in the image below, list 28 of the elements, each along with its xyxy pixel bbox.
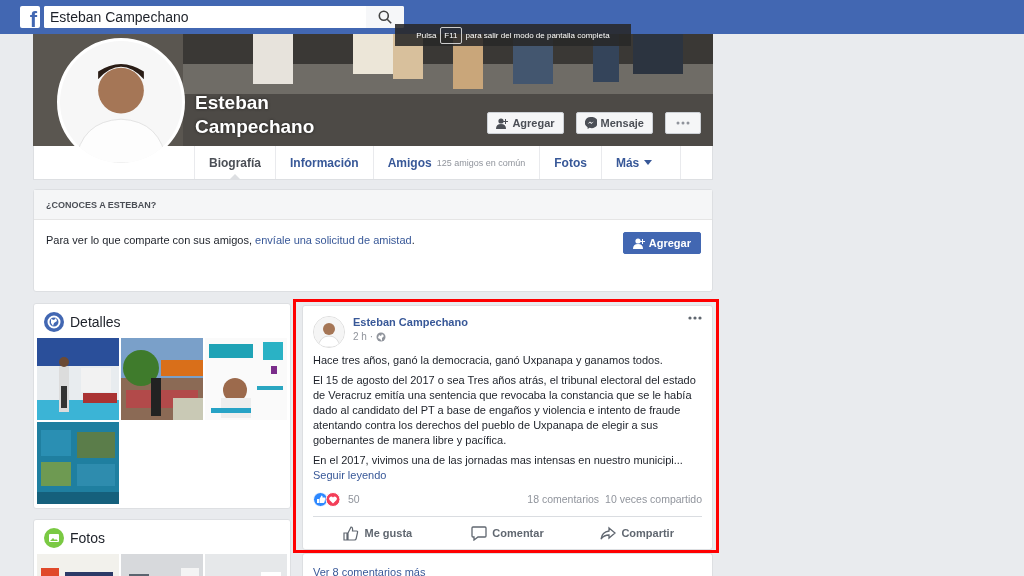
friends-count: 125 amigos en común <box>436 157 526 168</box>
reaction-icons <box>313 491 343 507</box>
more-comments-link[interactable]: Ver 8 comentarios más <box>313 566 426 576</box>
globe-icon <box>376 331 386 342</box>
friend-request-link[interactable]: envíale una solicitud de amistad <box>255 234 412 246</box>
section-title: Fotos <box>70 530 105 546</box>
post-time: 2 h · <box>353 331 373 342</box>
share-arrow-icon <box>600 525 617 541</box>
search-field[interactable]: Esteban Campechano <box>44 6 404 28</box>
photos-icon <box>44 528 64 548</box>
see-more-link[interactable]: Seguir leyendo <box>313 468 387 483</box>
prompt-text: Para ver lo que comparte con sus amigos, envíale una solicitud de amistad. <box>46 233 415 248</box>
globe-icon <box>44 312 64 332</box>
more-icon[interactable] <box>688 316 702 320</box>
section-title: Detalles <box>70 314 121 330</box>
facebook-logo[interactable]: f <box>20 6 40 28</box>
search-icon <box>378 10 392 24</box>
search-button[interactable] <box>366 6 404 28</box>
profile-tab[interactable]: Más <box>600 146 682 179</box>
add-person-icon <box>632 237 645 249</box>
thumbs-up-icon <box>343 525 360 541</box>
post-text: El 15 de agosto del 2017 o sea Tres años atrás, el tribunal electoral del estado de Veracruz emitía una sentencia que revocaba la constancia que se le había dado al candidato del PT a base de engaños y violencia e intento de fraude atentando contra los derechos del pueblo de Uxpanapa de elegir a sus gobernantes de manera libre y pacífica. <box>313 373 697 448</box>
add-friend-button[interactable]: Agregar <box>622 232 701 254</box>
author-link[interactable]: Esteban Campechano <box>353 316 680 328</box>
speech-bubble-icon <box>471 525 488 541</box>
card-title: ¿CONOCES A ESTEBAN? <box>34 190 712 220</box>
post-text: En el 2017, vivimos una de las jornadas mas intensas en nuestro municipi... <box>313 453 684 468</box>
post-text: Hace tres años, ganó la democracia, ganó Uxpanapa y ganamos todos. <box>313 353 664 368</box>
